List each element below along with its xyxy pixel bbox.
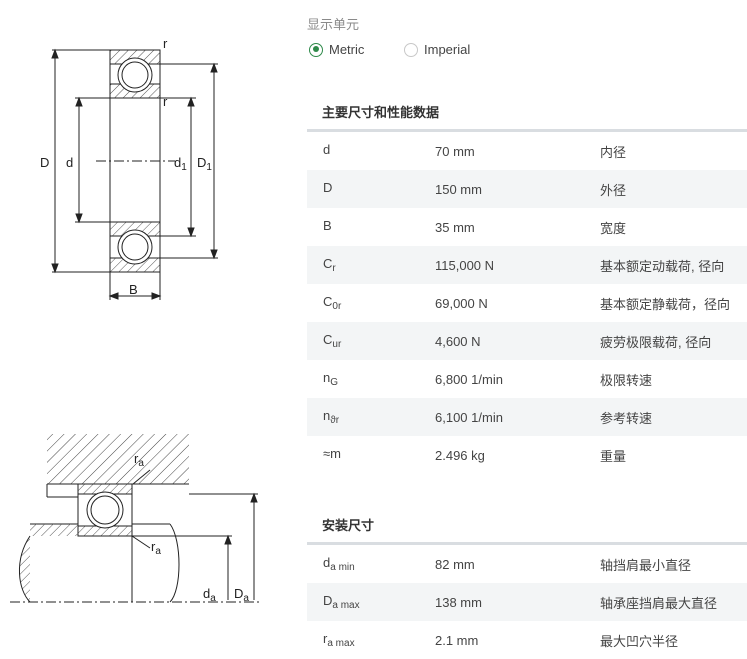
row-value: 2.1 mm [435, 632, 479, 648]
row-value: 4,600 N [435, 322, 600, 360]
row-value: 35 mm [435, 219, 475, 235]
radio-metric-label: Metric [329, 42, 365, 57]
row-symbol: ra max [323, 631, 355, 649]
table-row: ra max 2.1 mm 最大凹穴半径 [307, 621, 747, 659]
row-description: 宽度 [600, 220, 627, 236]
mounting-title: 安装尺寸 [322, 518, 375, 533]
row-value: 70 mm [435, 143, 475, 159]
row-symbol: Cr [307, 246, 435, 284]
bearing-cross-section [51, 48, 218, 300]
table-row: d 70 mm 内径 [307, 132, 747, 170]
label-B: B [129, 282, 138, 297]
label-d1: d1 [174, 155, 187, 173]
row-value: 115,000 N [435, 246, 600, 284]
row-description: 外径 [600, 170, 747, 208]
table-row: ≈m 2.496 kg 重量 [307, 436, 747, 474]
row-symbol: d [323, 142, 331, 157]
row-description: 内径 [600, 144, 627, 160]
row-symbol: da min [323, 555, 355, 573]
row-description: 疲劳极限载荷, 径向 [600, 322, 747, 360]
row-value: 6,100 1/min [435, 398, 600, 436]
table-row: da min 82 mm 轴挡肩最小直径 [307, 545, 747, 583]
table-row: nϑr 6,100 1/min 参考转速 [307, 398, 747, 436]
row-value: 2.496 kg [435, 447, 485, 463]
label-D1: D1 [197, 155, 212, 173]
row-symbol: C0r [323, 294, 342, 312]
label-r-top: r [163, 36, 168, 51]
row-value: 150 mm [435, 170, 600, 208]
label-Da: Da [234, 586, 249, 604]
row-symbol: ≈m [323, 446, 341, 461]
label-r-mid: r [163, 94, 168, 109]
radio-imperial-label: Imperial [424, 42, 471, 57]
row-description: 参考转速 [600, 398, 747, 436]
radio-imperial-indicator[interactable] [404, 42, 418, 57]
mounting-table: da min 82 mm 轴挡肩最小直径 Da max 138 mm 轴承座挡肩最大直径 r… [307, 545, 747, 659]
row-value: 69,000 N [435, 295, 488, 311]
table-row: C0r 69,000 N 基本额定静载荷，径向 [307, 284, 747, 322]
row-symbol: B [323, 218, 332, 233]
table-row: nG 6,800 1/min 极限转速 [307, 360, 747, 398]
row-value: 82 mm [435, 556, 475, 572]
row-symbol: Cur [307, 322, 435, 360]
row-symbol: nϑr [307, 398, 435, 436]
bearing-drawings: D d d1 D1 B r r ra ra da Da [10, 36, 260, 604]
dimensions-title: 主要尺寸和性能数据 [322, 105, 440, 120]
table-row: Cr 115,000 N 基本额定动载荷, 径向 [307, 246, 747, 284]
row-description: 极限转速 [600, 372, 653, 388]
units-label: 显示单元 [307, 17, 360, 32]
label-d: d [66, 155, 73, 170]
table-row: Cur 4,600 N 疲劳极限载荷, 径向 [307, 322, 747, 360]
table-row: Da max 138 mm 轴承座挡肩最大直径 [307, 583, 747, 621]
row-symbol: Da max [307, 583, 435, 621]
row-description: 轴承座挡肩最大直径 [600, 583, 747, 621]
row-value: 138 mm [435, 583, 600, 621]
radio-metric[interactable]: Metric [309, 42, 364, 57]
row-symbol: nG [323, 370, 339, 388]
radio-imperial[interactable]: Imperial [404, 42, 470, 57]
row-description: 最大凹穴半径 [600, 633, 679, 649]
table-row: D 150 mm 外径 [307, 170, 747, 208]
table-row: B 35 mm 宽度 [307, 208, 747, 246]
dimensions-table: d 70 mm 内径 D 150 mm 外径 B 35 mm 宽度 Cr 115,000 N 基本额定… [307, 132, 747, 474]
row-description: 基本额定动载荷, 径向 [600, 246, 747, 284]
radio-metric-indicator[interactable] [309, 42, 323, 57]
row-description: 重量 [600, 448, 627, 464]
row-description: 轴挡肩最小直径 [600, 557, 692, 573]
row-symbol: D [307, 170, 435, 208]
label-D: D [40, 155, 49, 170]
label-ra-bottom: ra [151, 539, 161, 557]
label-da: da [203, 586, 216, 604]
row-description: 基本额定静载荷，径向 [600, 296, 731, 312]
row-value: 6,800 1/min [435, 371, 503, 387]
